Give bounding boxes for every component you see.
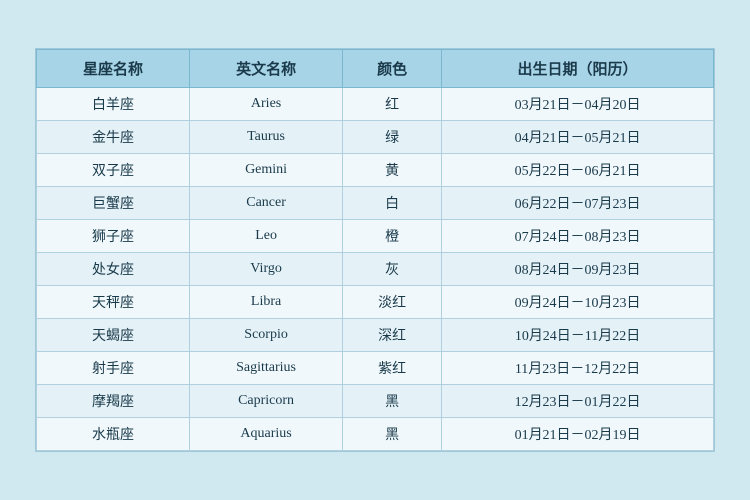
header-color: 颜色 xyxy=(343,50,442,88)
table-row: 狮子座Leo橙07月24日－08月23日 xyxy=(37,220,714,253)
header-english-name: 英文名称 xyxy=(190,50,343,88)
cell-dates: 04月21日－05月21日 xyxy=(442,121,714,154)
cell-english-name: Aries xyxy=(190,88,343,121)
cell-english-name: Gemini xyxy=(190,154,343,187)
table-body: 白羊座Aries红03月21日－04月20日金牛座Taurus绿04月21日－0… xyxy=(37,88,714,451)
cell-color: 黑 xyxy=(343,418,442,451)
table-row: 白羊座Aries红03月21日－04月20日 xyxy=(37,88,714,121)
table-row: 双子座Gemini黄05月22日－06月21日 xyxy=(37,154,714,187)
cell-english-name: Cancer xyxy=(190,187,343,220)
cell-chinese-name: 处女座 xyxy=(37,253,190,286)
cell-dates: 10月24日－11月22日 xyxy=(442,319,714,352)
table-row: 摩羯座Capricorn黑12月23日－01月22日 xyxy=(37,385,714,418)
cell-color: 淡红 xyxy=(343,286,442,319)
header-dates: 出生日期（阳历） xyxy=(442,50,714,88)
cell-english-name: Leo xyxy=(190,220,343,253)
cell-dates: 03月21日－04月20日 xyxy=(442,88,714,121)
table-row: 金牛座Taurus绿04月21日－05月21日 xyxy=(37,121,714,154)
cell-dates: 09月24日－10月23日 xyxy=(442,286,714,319)
zodiac-table: 星座名称 英文名称 颜色 出生日期（阳历） 白羊座Aries红03月21日－04… xyxy=(36,49,714,451)
cell-color: 黄 xyxy=(343,154,442,187)
cell-english-name: Virgo xyxy=(190,253,343,286)
cell-dates: 06月22日－07月23日 xyxy=(442,187,714,220)
cell-english-name: Libra xyxy=(190,286,343,319)
cell-chinese-name: 摩羯座 xyxy=(37,385,190,418)
cell-english-name: Sagittarius xyxy=(190,352,343,385)
table-row: 射手座Sagittarius紫红11月23日－12月22日 xyxy=(37,352,714,385)
table-row: 水瓶座Aquarius黑01月21日－02月19日 xyxy=(37,418,714,451)
cell-english-name: Taurus xyxy=(190,121,343,154)
cell-dates: 08月24日－09月23日 xyxy=(442,253,714,286)
cell-color: 白 xyxy=(343,187,442,220)
zodiac-table-container: 星座名称 英文名称 颜色 出生日期（阳历） 白羊座Aries红03月21日－04… xyxy=(35,48,715,452)
cell-chinese-name: 双子座 xyxy=(37,154,190,187)
table-header-row: 星座名称 英文名称 颜色 出生日期（阳历） xyxy=(37,50,714,88)
table-row: 天蝎座Scorpio深红10月24日－11月22日 xyxy=(37,319,714,352)
table-row: 处女座Virgo灰08月24日－09月23日 xyxy=(37,253,714,286)
cell-english-name: Aquarius xyxy=(190,418,343,451)
cell-chinese-name: 射手座 xyxy=(37,352,190,385)
cell-chinese-name: 狮子座 xyxy=(37,220,190,253)
cell-dates: 01月21日－02月19日 xyxy=(442,418,714,451)
cell-dates: 11月23日－12月22日 xyxy=(442,352,714,385)
header-chinese-name: 星座名称 xyxy=(37,50,190,88)
cell-english-name: Scorpio xyxy=(190,319,343,352)
cell-color: 灰 xyxy=(343,253,442,286)
cell-color: 黑 xyxy=(343,385,442,418)
cell-dates: 12月23日－01月22日 xyxy=(442,385,714,418)
table-row: 巨蟹座Cancer白06月22日－07月23日 xyxy=(37,187,714,220)
cell-chinese-name: 天蝎座 xyxy=(37,319,190,352)
cell-color: 绿 xyxy=(343,121,442,154)
cell-color: 橙 xyxy=(343,220,442,253)
cell-dates: 07月24日－08月23日 xyxy=(442,220,714,253)
cell-chinese-name: 白羊座 xyxy=(37,88,190,121)
cell-chinese-name: 巨蟹座 xyxy=(37,187,190,220)
cell-color: 紫红 xyxy=(343,352,442,385)
cell-color: 深红 xyxy=(343,319,442,352)
cell-chinese-name: 水瓶座 xyxy=(37,418,190,451)
cell-english-name: Capricorn xyxy=(190,385,343,418)
table-row: 天秤座Libra淡红09月24日－10月23日 xyxy=(37,286,714,319)
cell-dates: 05月22日－06月21日 xyxy=(442,154,714,187)
cell-chinese-name: 金牛座 xyxy=(37,121,190,154)
cell-chinese-name: 天秤座 xyxy=(37,286,190,319)
cell-color: 红 xyxy=(343,88,442,121)
